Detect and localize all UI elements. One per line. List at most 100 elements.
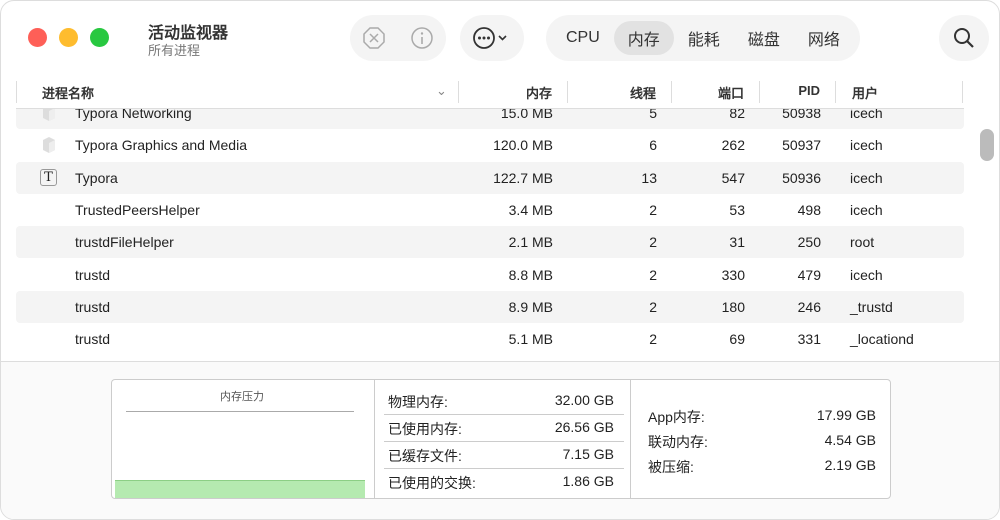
threads-value: 2	[649, 298, 657, 315]
activity-monitor-window: 活动监视器 所有进程 CPU 内存 能耗 磁盘 网络 进程名称 ⌄ 内存 线程 …	[0, 0, 1000, 520]
pid-value: 479	[797, 266, 821, 283]
memory-value: 2.1 MB	[508, 234, 553, 251]
tab-cpu[interactable]: CPU	[552, 21, 614, 55]
process-name: trustd	[75, 298, 111, 315]
column-ports[interactable]: 端口	[718, 83, 744, 102]
ports-value: 180	[721, 298, 745, 315]
ports-value: 547	[721, 169, 745, 186]
memory-value: 8.8 MB	[508, 266, 553, 283]
memory-value: 120.0 MB	[493, 137, 553, 154]
column-pid[interactable]: PID	[798, 83, 820, 98]
threads-value: 2	[649, 331, 657, 348]
ellipsis-circle-icon	[473, 27, 507, 49]
ports-value: 53	[729, 201, 745, 218]
summary-value: 7.15 GB	[562, 446, 614, 462]
user-value: icech	[850, 266, 883, 283]
table-row[interactable]: T Typora 122.7 MB 13 547 50936 icech	[16, 161, 964, 194]
search-icon	[954, 28, 974, 48]
zoom-button[interactable]	[90, 28, 109, 47]
threads-value: 13	[641, 169, 657, 186]
user-value: root	[850, 234, 875, 251]
minimize-button[interactable]	[59, 28, 78, 47]
ports-value: 31	[729, 234, 745, 251]
process-name: trustd	[75, 331, 111, 348]
table-header: 进程名称 ⌄ 内存 线程 端口 PID 用户	[16, 79, 964, 109]
table-row[interactable]: trustd 8.8 MB 2 330 479 icech	[16, 259, 964, 291]
memory-value: 3.4 MB	[508, 201, 553, 218]
info-button[interactable]	[399, 15, 445, 61]
sort-chevron-icon[interactable]: ⌄	[436, 83, 447, 99]
user-value: _trustd	[850, 298, 893, 315]
tab-memory[interactable]: 内存	[613, 21, 674, 55]
tab-disk[interactable]: 磁盘	[734, 21, 794, 55]
table-row[interactable]: trustd 5.1 MB 2 69 331 _locationd	[16, 323, 964, 355]
ports-value: 330	[721, 266, 745, 283]
pid-value: 50936	[782, 169, 821, 186]
pid-value: 250	[797, 234, 821, 251]
threads-value: 2	[649, 201, 657, 218]
summary-value: 32.00 GB	[554, 392, 614, 408]
ports-value: 262	[721, 137, 745, 154]
process-name: TrustedPeersHelper	[75, 201, 200, 218]
tab-network[interactable]: 网络	[794, 21, 854, 55]
column-user[interactable]: 用户	[852, 83, 878, 102]
window-subtitle: 所有进程	[148, 43, 201, 58]
threads-value: 2	[649, 234, 657, 251]
tab-energy[interactable]: 能耗	[674, 21, 734, 55]
process-name: Typora	[75, 169, 118, 186]
column-name[interactable]: 进程名称	[42, 83, 94, 102]
pressure-label: 内存压力	[220, 391, 264, 403]
summary-key: 物理内存:	[388, 394, 448, 410]
summary-key: 已缓存文件:	[388, 448, 462, 464]
summary-key: 已使用的交换:	[388, 475, 476, 491]
memory-value: 8.9 MB	[508, 298, 553, 315]
user-value: _locationd	[850, 331, 914, 348]
user-value: icech	[850, 109, 883, 121]
process-table: Typora Networking 15.0 MB 5 82 50938 ice…	[16, 109, 964, 359]
process-name: Typora Networking	[75, 109, 192, 121]
process-name: trustd	[75, 266, 111, 283]
memory-value: 15.0 MB	[500, 109, 553, 121]
memory-value: 5.1 MB	[508, 331, 553, 348]
summary-value: 26.56 GB	[554, 419, 614, 435]
table-row[interactable]: trustdFileHelper 2.1 MB 2 31 250 root	[16, 226, 964, 259]
pid-value: 331	[797, 331, 821, 348]
memory-value: 122.7 MB	[493, 169, 553, 186]
table-row[interactable]: Typora Graphics and Media 120.0 MB 6 262…	[16, 129, 964, 161]
pid-value: 246	[797, 298, 821, 315]
pid-value: 50937	[782, 137, 821, 154]
column-memory[interactable]: 内存	[526, 83, 552, 102]
pid-value: 50938	[782, 109, 821, 121]
ports-value: 69	[729, 331, 745, 348]
info-icon	[411, 27, 433, 49]
summary-key: App内存:	[648, 409, 705, 425]
summary-value: 2.19 GB	[824, 457, 876, 473]
user-value: icech	[850, 169, 883, 186]
summary-value: 4.54 GB	[824, 432, 876, 448]
search-button[interactable]	[939, 15, 989, 61]
memory-pressure-graph: 内存压力	[112, 380, 372, 498]
summary-value: 17.99 GB	[816, 407, 876, 423]
pressure-fill	[115, 480, 365, 498]
table-row[interactable]: TrustedPeersHelper 3.4 MB 2 53 498 icech	[16, 194, 964, 226]
column-threads[interactable]: 线程	[630, 83, 656, 102]
summary-key: 被压缩:	[648, 459, 694, 475]
more-menu-button[interactable]	[460, 15, 524, 61]
close-button[interactable]	[28, 28, 47, 47]
threads-value: 2	[649, 266, 657, 283]
ports-value: 82	[729, 109, 745, 121]
memory-summary-panel: 内存压力 物理内存: 32.00 GB 已使用内存: 26.56 GB 已缓存文件:…	[111, 379, 891, 499]
pid-value: 498	[797, 201, 821, 218]
table-row[interactable]: Typora Networking 15.0 MB 5 82 50938 ice…	[16, 109, 964, 129]
typora-icon: T	[40, 168, 57, 186]
generic-app-icon	[43, 109, 55, 121]
x-octagon-icon	[363, 27, 385, 49]
process-name: trustdFileHelper	[75, 234, 174, 251]
user-value: icech	[850, 201, 883, 218]
summary-key: 已使用内存:	[388, 421, 462, 437]
summary-key: 联动内存:	[648, 434, 708, 450]
scrollbar-thumb[interactable]	[980, 129, 994, 161]
table-row[interactable]: trustd 8.9 MB 2 180 246 _trustd	[16, 290, 964, 323]
stop-process-button[interactable]	[351, 15, 397, 61]
user-value: icech	[850, 137, 883, 154]
